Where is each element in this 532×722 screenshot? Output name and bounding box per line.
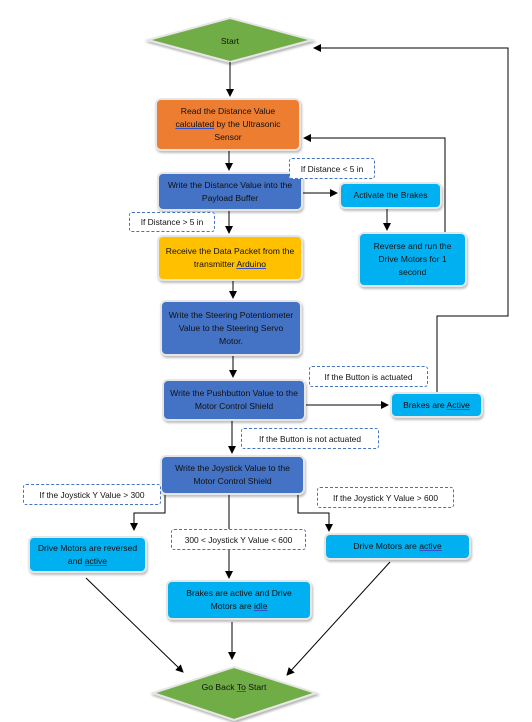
text: Drive Motors are — [353, 541, 420, 551]
text: by the Ultrasonic Sensor — [214, 119, 281, 142]
condition-distance-gt-5: If Distance > 5 in — [129, 212, 215, 232]
underlined-word: idle — [254, 601, 268, 611]
step-write-pushbutton: Write the Pushbutton Value to the Motor … — [162, 379, 306, 421]
step-write-joystick: Write the Joystick Value to the Motor Co… — [160, 455, 305, 495]
step-activate-brakes: Activate the Brakes — [339, 182, 442, 209]
step-brakes-active: Brakes are Active — [390, 392, 483, 418]
step-reverse-motors: Reverse and run the Drive Motors for 1 s… — [358, 232, 467, 287]
step-motors-active: Drive Motors are active — [324, 533, 471, 560]
underlined-word: calculated — [175, 119, 215, 129]
underlined-word: active — [84, 555, 108, 566]
step-write-steering: Write the Steering Potentiometer Value t… — [160, 300, 302, 356]
condition-button-actuated: If the Button is actuated — [309, 366, 428, 387]
step-write-distance: Write the Distance Value into the Payloa… — [157, 172, 303, 211]
underlined-word: Arduino — [236, 259, 267, 269]
underlined-word: active — [419, 541, 442, 551]
step-read-distance: Read the Distance Value calculated by th… — [155, 98, 301, 151]
text: Receive the Data Packet from the transmi… — [165, 246, 295, 269]
arrow-brakes-active-to-start — [313, 44, 509, 392]
step-brakes-idle: Brakes are active and Drive Motors are i… — [166, 580, 312, 620]
underlined-word: Active — [446, 399, 470, 410]
condition-joystick-gt-600: If the Joystick Y Value > 600 — [317, 487, 454, 508]
step-receive-packet: Receive the Data Packet from the transmi… — [157, 235, 303, 281]
end-diamond — [149, 665, 320, 722]
end-label: Go Back To Start — [202, 682, 267, 692]
underlined-word: To — [236, 682, 246, 692]
text: Read the Distance Value — [180, 106, 276, 116]
text: Brakes are — [403, 399, 447, 410]
text: Brakes are active and Drive Motors are — [186, 588, 292, 611]
start-label: Start — [220, 36, 240, 46]
text: Start — [245, 682, 267, 692]
condition-joystick-gt-300: If the Joystick Y Value > 300 — [23, 484, 161, 505]
condition-distance-lt-5: If Distance < 5 in — [289, 158, 375, 179]
step-motors-reversed: Drive Motors are reversed and active — [28, 536, 147, 573]
text: Go Back — [201, 682, 237, 692]
condition-joystick-between: 300 < Joystick Y Value < 600 — [171, 529, 306, 550]
condition-button-not-actuated: If the Button is not actuated — [241, 428, 379, 449]
